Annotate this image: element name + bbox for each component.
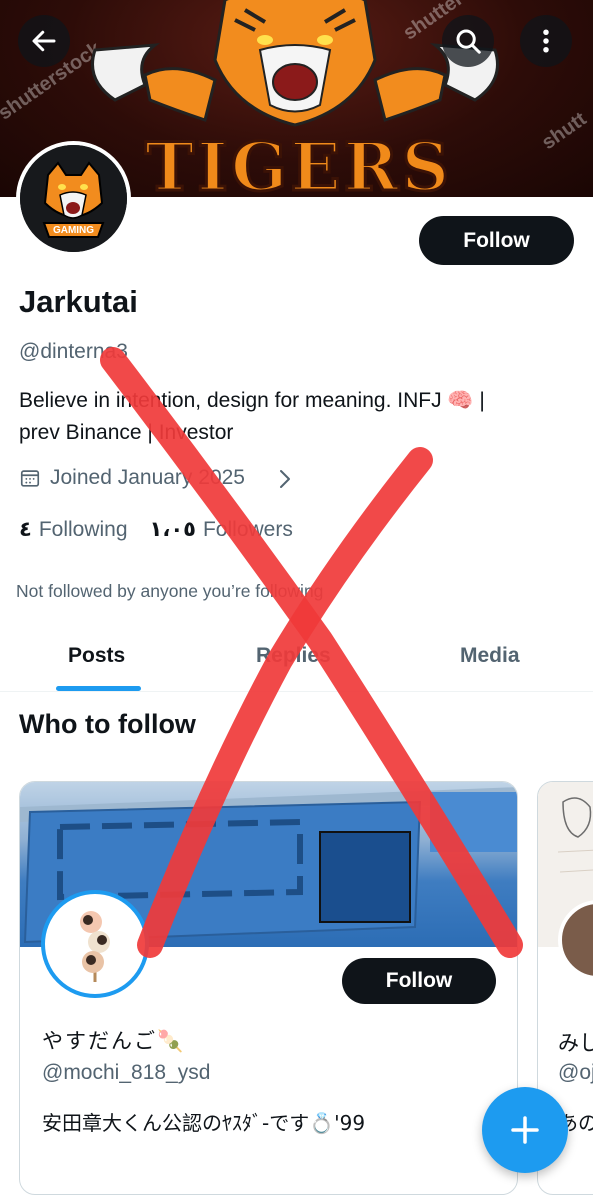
calendar-icon [20,470,40,487]
profile-handle: @dinterna3 [19,340,128,363]
suggested-user-handle: @oj [558,1061,593,1084]
followers-link[interactable]: ١،٠٥ Followers [150,517,293,542]
who-to-follow-title: Who to follow [19,709,196,739]
tab-posts[interactable]: Posts [68,644,125,668]
tab-media[interactable]: Media [460,644,520,668]
following-link[interactable]: ٤ Following [19,517,128,542]
suggested-user-bio: 安田章大くん公認のﾔｽﾀﾞ-です💍'99 [42,1111,366,1135]
compose-post-button[interactable] [482,1087,568,1173]
banner-title: TIGERS [143,127,453,198]
profile-tabs: Posts Replies Media [0,628,593,692]
follow-button[interactable]: Follow [419,216,574,265]
followers-label: Followers [202,518,293,541]
active-tab-indicator [56,686,141,691]
joined-date: Joined January 2025 [50,466,245,489]
tab-replies[interactable]: Replies [256,644,331,668]
avatar-badge-text: GAMING [52,225,95,236]
bio-line: prev Binance | Investor [19,421,234,444]
joined-date-row[interactable]: Joined January 2025 [19,466,245,490]
watermark: shutt [537,108,591,155]
following-count: ٤ [19,518,32,541]
following-label: Following [38,518,128,541]
dango-avatar-image [80,911,110,982]
plus-icon [511,1116,539,1144]
suggested-user-handle: @mochi_818_ysd [42,1061,211,1084]
search-icon [456,29,481,54]
more-vertical-icon [543,29,549,53]
suggested-user-name: やすだんご🍡 [42,1030,186,1053]
suggested-user-name: みし [558,1032,593,1055]
bio-line: Believe in intention, design for meaning… [19,389,485,412]
suggested-user-card[interactable]: Follow やすだんご🍡 @mochi_818_ysd 安田章大くん公認のﾔｽ… [19,781,518,1195]
profile-name: Jarkutai [19,284,138,319]
back-button[interactable] [18,15,70,67]
follow-stats: ٤ Following ١،٠٥ Followers [19,517,293,542]
search-button[interactable] [442,15,494,67]
suggested-user-avatar[interactable] [41,890,149,998]
arrow-left-icon [32,30,56,52]
followers-count: ١،٠٥ [149,518,196,541]
chevron-right-icon[interactable] [278,468,292,490]
more-button[interactable] [520,15,572,67]
profile-bio: Believe in intention, design for meaning… [19,385,579,449]
avatar-image: GAMING [20,145,127,252]
profile-avatar[interactable]: GAMING [16,141,131,256]
not-followed-notice: Not followed by anyone you’re following [16,581,324,601]
follow-suggested-button[interactable]: Follow [342,958,496,1004]
